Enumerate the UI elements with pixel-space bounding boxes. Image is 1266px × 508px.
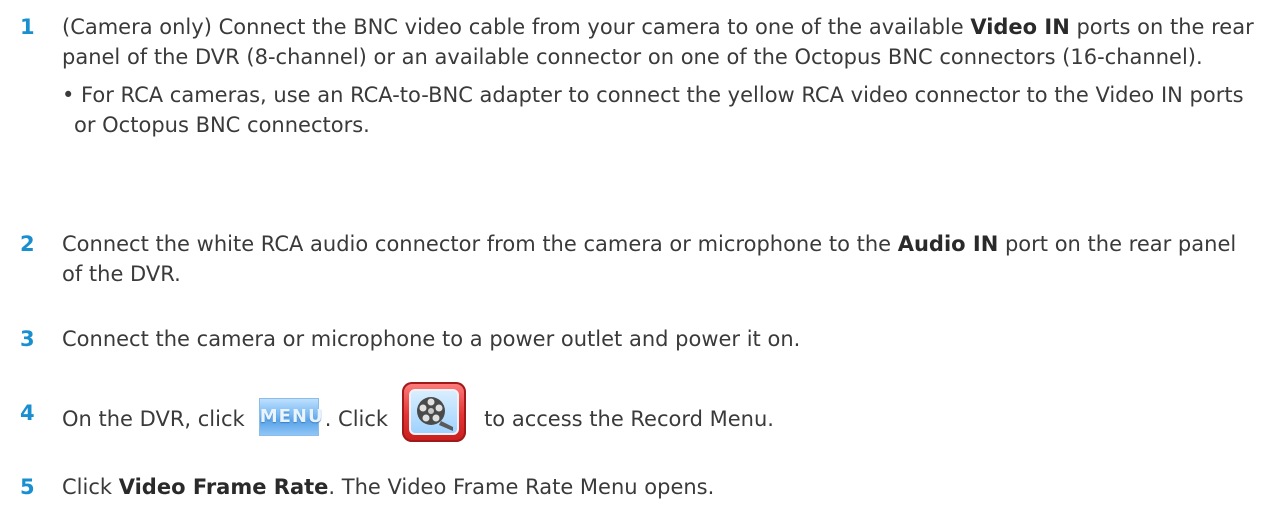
step-number: 3 (20, 327, 35, 351)
step-text-part: . Click (324, 407, 389, 431)
step-text-part: to access the Record Menu. (484, 407, 774, 431)
film-reel-icon (402, 382, 467, 442)
step-text-part: Connect the camera or microphone to a po… (62, 327, 801, 351)
menu-button-icon: MENU (258, 398, 323, 436)
step-text-part: Connect the white RCA audio connector fr… (62, 232, 898, 256)
step-bold-term: Video IN (970, 15, 1070, 39)
step-number: 5 (20, 475, 35, 499)
step-text-part: Click (62, 475, 119, 499)
step-text: (Camera only) Connect the BNC video cabl… (62, 12, 1262, 140)
step-number: 4 (20, 401, 35, 425)
step-text: Connect the white RCA audio connector fr… (62, 229, 1262, 289)
step-bullet: • For RCA cameras, use an RCA-to-BNC ada… (62, 83, 1244, 137)
step-text-part: (Camera only) Connect the BNC video cabl… (62, 15, 971, 39)
step-text: On the DVR, click MENU. Click to access t… (62, 382, 1262, 442)
step-text-part: . The Video Frame Rate Menu opens. (328, 475, 715, 499)
step-bold-term: Audio IN (897, 232, 999, 256)
step-number: 2 (20, 232, 35, 256)
step-text: Connect the camera or microphone to a po… (62, 324, 1262, 354)
step-text: Click Video Frame Rate. The Video Frame … (62, 472, 1262, 502)
step-text-part: On the DVR, click (62, 407, 245, 431)
step-bold-term: Video Frame Rate (118, 475, 329, 499)
step-number: 1 (20, 15, 35, 39)
menu-icon-label: MENU (259, 406, 324, 427)
